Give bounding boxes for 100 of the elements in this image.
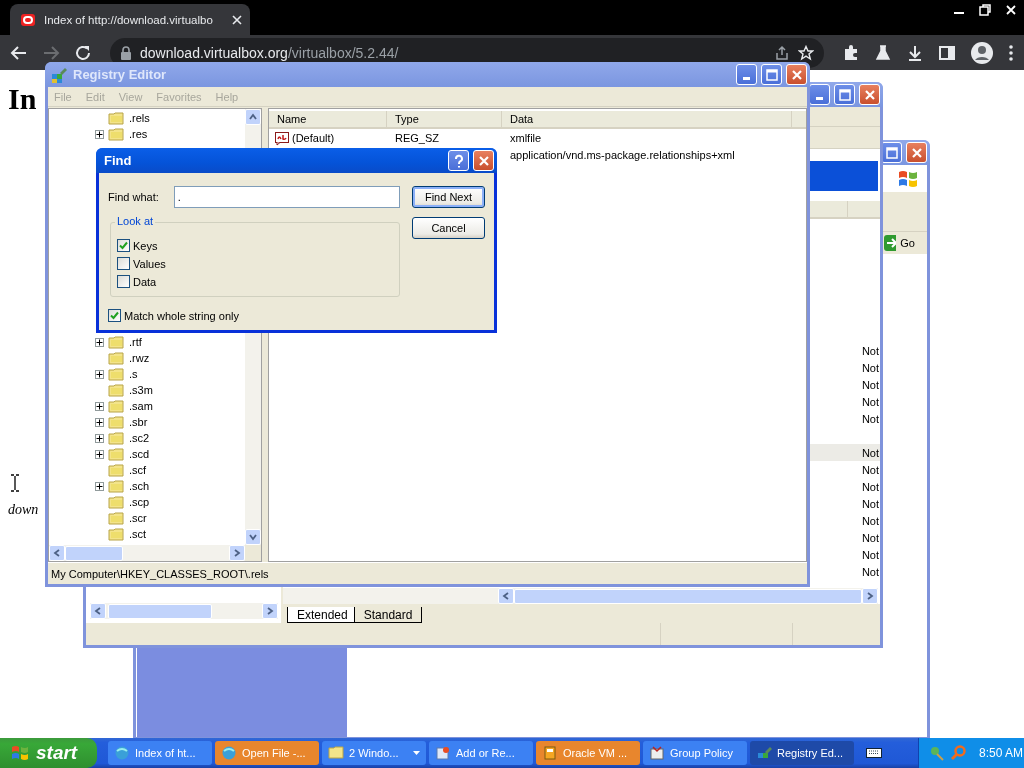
close-button[interactable] — [473, 150, 494, 171]
list-row[interactable]: Not — [810, 529, 880, 546]
maximize-button[interactable] — [761, 64, 782, 85]
scroll-left-button[interactable] — [90, 603, 106, 619]
scroll-down-button[interactable] — [245, 529, 261, 545]
minimize-button[interactable] — [809, 84, 830, 105]
checkbox[interactable] — [117, 275, 130, 288]
maximize-button[interactable] — [834, 84, 855, 105]
menu-icon[interactable] — [1008, 43, 1014, 62]
scroll-left-button[interactable] — [498, 588, 514, 604]
expand-button[interactable] — [95, 449, 104, 459]
tree-item[interactable]: .rwz — [129, 352, 150, 364]
scroll-up-button[interactable] — [245, 109, 261, 125]
tree-item[interactable]: .sam — [129, 400, 153, 412]
list-row[interactable]: Not — [810, 444, 880, 461]
list-row[interactable]: Not — [810, 495, 880, 512]
list-row[interactable]: Not — [810, 376, 880, 393]
scrollbar-thumb[interactable] — [108, 603, 212, 619]
expand-button[interactable] — [95, 481, 104, 491]
checkbox[interactable] — [117, 239, 130, 252]
view-tab[interactable]: Standard — [353, 607, 423, 623]
programs-icon — [435, 745, 451, 761]
tree-item[interactable]: .scf — [129, 464, 147, 476]
expand-button[interactable] — [95, 417, 104, 427]
tree-item[interactable]: .scd — [129, 448, 150, 460]
checkbox[interactable] — [108, 309, 121, 322]
status-cell: Not — [861, 463, 879, 476]
list-row[interactable]: Not — [810, 359, 880, 376]
globe-icon — [221, 745, 237, 761]
tree-item[interactable]: .sct — [129, 528, 147, 540]
close-icon[interactable] — [232, 14, 242, 25]
expand-button[interactable] — [95, 401, 104, 411]
list-row[interactable]: Not — [810, 461, 880, 478]
list-row[interactable]: Not — [810, 410, 880, 427]
column-header[interactable]: Name — [269, 111, 387, 127]
maximize-button[interactable] — [881, 142, 902, 163]
column-header[interactable]: Data — [502, 111, 792, 127]
tree-item[interactable]: .scr — [129, 512, 147, 524]
list-row[interactable]: Not — [810, 546, 880, 563]
close-button[interactable] — [859, 84, 880, 105]
checkbox[interactable] — [117, 257, 130, 270]
browser-tab[interactable]: Index of http://download.virtualbo — [10, 4, 250, 35]
list-row[interactable]: Not — [810, 563, 880, 580]
star-icon[interactable] — [798, 44, 814, 61]
tree-item[interactable]: .scp — [129, 496, 150, 508]
reload-icon[interactable] — [74, 43, 92, 62]
tree-item[interactable]: .res — [129, 128, 148, 140]
expand-button[interactable] — [95, 433, 104, 443]
list-row[interactable]: Not — [810, 512, 880, 529]
flask-icon[interactable] — [874, 43, 892, 62]
close-icon — [862, 87, 877, 102]
plus-icon — [96, 338, 103, 346]
close-icon[interactable] — [1004, 3, 1018, 17]
find-what-field[interactable]: . — [173, 186, 400, 208]
taskbar-button[interactable]: Group Policy — [643, 741, 747, 765]
tree-item[interactable]: .sch — [129, 480, 150, 492]
status-cell: Not — [861, 361, 879, 374]
dialog-button[interactable]: Cancel — [412, 217, 485, 239]
close-button[interactable] — [786, 64, 807, 85]
list-row[interactable]: Not — [810, 393, 880, 410]
list-row[interactable]: Not — [810, 342, 880, 359]
expand-button[interactable] — [95, 337, 104, 347]
tree-item[interactable]: .s3m — [129, 384, 153, 396]
download-icon[interactable] — [906, 43, 924, 62]
dialog-button[interactable]: Find Next — [412, 186, 485, 208]
tree-item[interactable]: .s — [129, 368, 138, 380]
status-cell: Not — [861, 446, 879, 459]
go-button[interactable]: Go — [884, 235, 915, 251]
taskbar-button[interactable]: Index of ht... — [108, 741, 212, 765]
scrollbar-thumb[interactable] — [514, 588, 862, 604]
profile-icon[interactable] — [970, 40, 994, 65]
page-link[interactable]: down — [8, 502, 39, 518]
keyboard-icon[interactable] — [866, 747, 882, 759]
folder-icon — [108, 111, 125, 125]
close-button[interactable] — [906, 142, 927, 163]
scroll-right-button[interactable] — [262, 603, 278, 619]
tree-item[interactable]: .rtf — [129, 336, 142, 348]
taskbar-button[interactable]: Registry Ed... — [750, 741, 854, 765]
restore-icon[interactable] — [978, 3, 992, 17]
share-icon[interactable] — [774, 44, 790, 61]
checkbox-label: Keys — [133, 239, 158, 252]
minimize-button[interactable] — [736, 64, 757, 85]
taskbar-button[interactable]: Add or Re... — [429, 741, 533, 765]
side-panel-icon[interactable] — [938, 43, 956, 62]
back-icon[interactable] — [10, 43, 28, 62]
taskbar-button[interactable]: 2 Windo... — [322, 741, 426, 765]
column-header[interactable]: Type — [387, 111, 502, 127]
list-row[interactable]: Not — [810, 478, 880, 495]
expand-button[interactable] — [95, 369, 104, 379]
tree-item[interactable]: .sc2 — [129, 432, 150, 444]
tree-item[interactable]: .rels — [129, 112, 150, 124]
scroll-left-button[interactable] — [49, 545, 65, 561]
tree-item[interactable]: .sbr — [129, 416, 148, 428]
scrollbar-thumb[interactable] — [65, 545, 123, 561]
scroll-right-button[interactable] — [862, 588, 878, 604]
expand-button[interactable] — [95, 129, 104, 139]
folder-icon — [108, 511, 125, 525]
puzzle-icon[interactable] — [842, 43, 860, 62]
scroll-right-button[interactable] — [229, 545, 245, 561]
help-button[interactable] — [448, 150, 469, 171]
